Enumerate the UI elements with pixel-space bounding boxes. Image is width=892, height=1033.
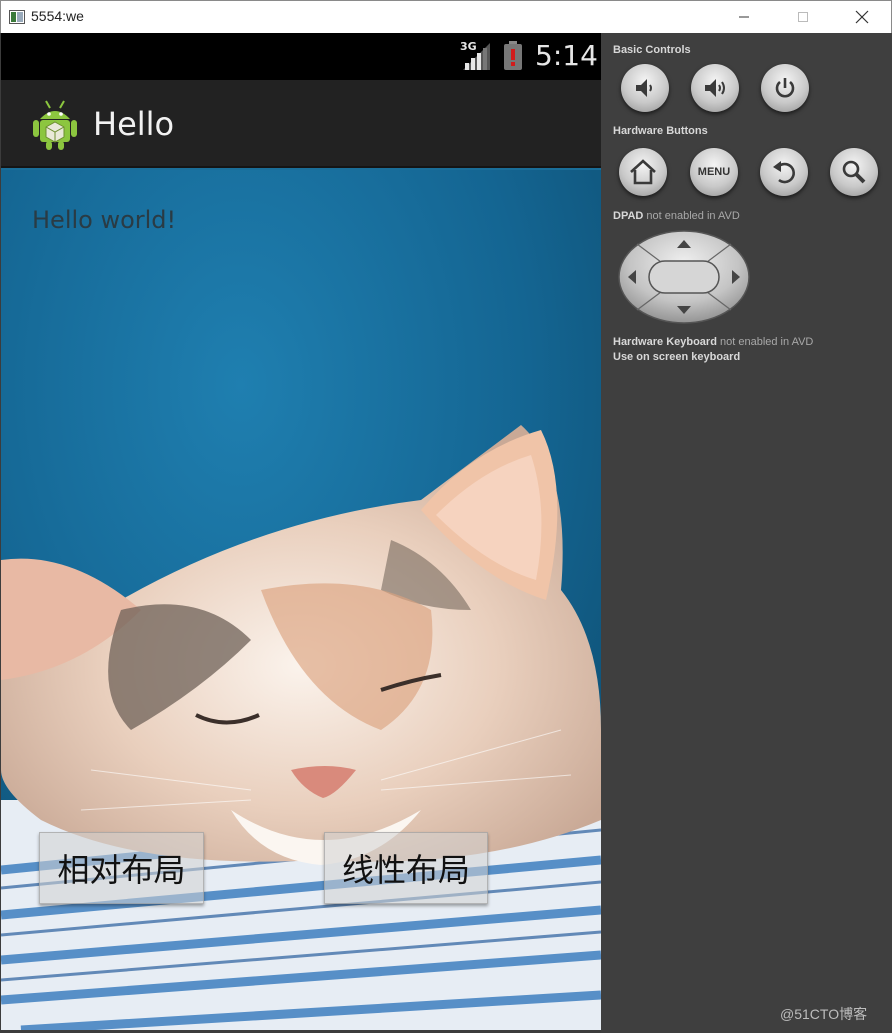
volume-down-icon — [636, 79, 652, 97]
maximize-button[interactable] — [780, 1, 826, 33]
network-label: 3G — [460, 40, 477, 53]
home-icon — [630, 159, 656, 185]
dpad-control[interactable] — [617, 229, 751, 325]
hardware-keyboard-label: Hardware Keyboard not enabled in AVD — [613, 336, 813, 348]
signal-3g-icon: 3G — [460, 40, 490, 70]
volume-up-button[interactable] — [691, 64, 739, 112]
back-icon — [773, 161, 795, 184]
dpad-note: not enabled in AVD — [646, 210, 740, 222]
hardware-keyboard-note: not enabled in AVD — [720, 336, 814, 348]
back-button[interactable] — [760, 148, 808, 196]
android-robot-icon[interactable] — [31, 99, 79, 151]
dpad-label-text: DPAD — [613, 210, 644, 222]
hardware-buttons-label: Hardware Buttons — [613, 125, 708, 137]
menu-button[interactable]: MENU — [690, 148, 738, 196]
power-button[interactable] — [761, 64, 809, 112]
action-bar: Hello — [1, 80, 601, 168]
app-title: Hello — [93, 105, 175, 143]
linear-layout-button[interactable]: 线性布局 — [324, 832, 488, 904]
power-icon — [775, 78, 795, 98]
search-icon — [842, 160, 866, 184]
maximize-icon — [798, 12, 808, 22]
basic-controls-label: Basic Controls — [613, 44, 691, 56]
volume-up-icon — [705, 79, 725, 97]
close-button[interactable] — [839, 1, 885, 33]
window-titlebar: 5554:we — [0, 0, 892, 33]
onscreen-keyboard-label: Use on screen keyboard — [613, 351, 741, 363]
hardware-keyboard-label-text: Hardware Keyboard — [613, 336, 717, 348]
emulator-body: 3G 5:14 Hello Hello world! 相对布局 线性布局 Bas… — [0, 33, 892, 1033]
relative-layout-button[interactable]: 相对布局 — [39, 832, 204, 904]
status-clock: 5:14 — [535, 39, 598, 72]
status-bar: 3G 5:14 — [1, 33, 601, 80]
volume-down-button[interactable] — [621, 64, 669, 112]
app-content: Hello world! 相对布局 线性布局 — [1, 170, 601, 1030]
hello-world-text: Hello world! — [32, 206, 177, 234]
minimize-icon — [739, 16, 749, 18]
close-icon — [855, 10, 869, 24]
phone-screen[interactable]: 3G 5:14 Hello Hello world! 相对布局 线性布局 — [1, 33, 601, 1030]
window-title: 5554:we — [31, 8, 84, 24]
control-panel: Basic Controls Hardware Buttons MENU DPA… — [601, 33, 892, 1033]
home-button[interactable] — [619, 148, 667, 196]
emulator-window-icon — [9, 10, 25, 24]
watermark: @51CTO博客 — [780, 1006, 868, 1022]
minimize-button[interactable] — [721, 1, 767, 33]
menu-button-label: MENU — [697, 166, 731, 178]
dpad-label: DPAD not enabled in AVD — [613, 210, 740, 222]
battery-icon — [504, 41, 522, 70]
search-button[interactable] — [830, 148, 878, 196]
